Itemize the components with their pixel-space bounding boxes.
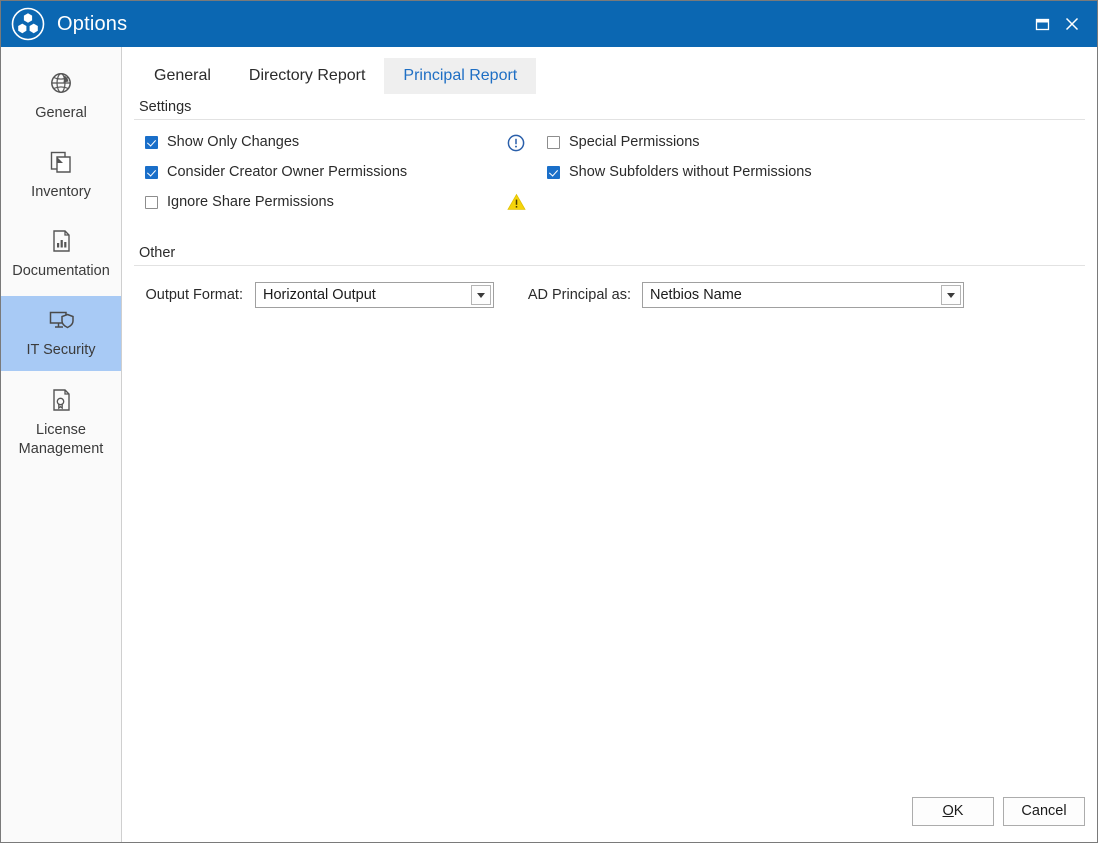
checkbox-label: Ignore Share Permissions [167,193,334,210]
warning-triangle-icon [485,193,547,211]
monitor-shield-icon [46,305,76,335]
restore-window-icon[interactable] [1027,1,1057,47]
sidebar-item-inventory[interactable]: Inventory [1,138,121,212]
ok-button[interactable]: OK [912,796,994,826]
dialog-footer: OK Cancel [122,780,1097,842]
output-format-dropdown[interactable]: Horizontal Output [255,282,494,309]
info-circle-icon [485,134,547,152]
other-group: Other Output Format: Horizontal Output A… [134,245,1085,309]
checkbox-label: Consider Creator Owner Permissions [167,164,408,180]
checkbox-show-subfolders-without-permissions[interactable]: Show Subfolders without Permissions [547,164,1085,181]
sidebar-item-label: Inventory [31,184,91,201]
content-area: General Directory Report Principal Repor… [122,47,1097,842]
window-controls [1027,1,1097,47]
settings-group-header: Settings [139,99,192,115]
output-format-label: Output Format: [145,287,243,304]
tab-bar: General Directory Report Principal Repor… [122,47,1097,99]
ad-principal-value: Netbios Name [650,287,742,304]
checkbox-ignore-share-permissions[interactable]: Ignore Share Permissions [145,194,485,211]
chevron-down-icon[interactable] [471,285,491,306]
settings-group-body: Show Only Changes Special Permissions Co… [134,120,1085,211]
tab-principal-report[interactable]: Principal Report [384,58,537,95]
dialog-body: General Inventory Documentation IT Secur… [1,47,1097,842]
chart-document-icon [46,226,76,256]
checkbox-box [547,136,560,150]
certificate-document-icon [46,385,76,415]
chevron-down-icon[interactable] [941,285,961,306]
sidebar-item-it-security[interactable]: IT Security [1,296,121,371]
ad-principal-label: AD Principal as: [527,287,631,304]
checkbox-show-only-changes[interactable]: Show Only Changes [145,134,485,151]
window-title: Options [57,13,128,35]
checkbox-consider-creator-owner-permissions[interactable]: Consider Creator Owner Permissions [145,164,485,181]
tab-directory-report[interactable]: Directory Report [230,58,384,94]
sidebar-item-label: Documentation [12,263,110,280]
sidebar-item-license-management[interactable]: License Management [1,376,121,469]
three-hexagon-logo-icon [10,6,46,42]
ok-rest-char: K [953,803,964,819]
other-group-body: Output Format: Horizontal Output AD Prin… [134,266,1085,309]
sidebar-item-label: License Management [18,421,104,457]
checkbox-box [547,166,560,180]
other-fields-row: Output Format: Horizontal Output AD Prin… [134,278,1085,309]
checkbox-label: Show Subfolders without Permissions [569,164,812,180]
title-bar: Options [1,1,1097,47]
checkbox-box [145,166,158,180]
checkbox-label: Show Only Changes [167,134,300,151]
sidebar-item-general[interactable]: General [1,59,121,133]
settings-checkbox-grid: Show Only Changes Special Permissions Co… [134,134,1085,211]
globe-icon [46,68,76,98]
close-window-icon[interactable] [1057,1,1087,47]
ad-principal-dropdown[interactable]: Netbios Name [642,282,964,309]
checkbox-label: Special Permissions [569,134,700,151]
sidebar-item-label: IT Security [26,342,96,359]
ok-accel-char: O [942,803,954,819]
other-group-header: Other [139,245,176,262]
checkbox-special-permissions[interactable]: Special Permissions [547,134,1085,151]
checkbox-box [145,195,158,209]
cancel-button[interactable]: Cancel [1003,796,1085,826]
options-dialog-window: Options General Inventory Documentation … [0,0,1098,843]
documents-stack-icon [46,147,76,177]
tab-general[interactable]: General [135,58,230,94]
settings-group: Settings Show Only Changes Special Permi… [134,99,1085,211]
sidebar-navigation: General Inventory Documentation IT Secur… [1,47,122,842]
output-format-value: Horizontal Output [263,287,376,304]
sidebar-item-label: General [35,105,87,121]
sidebar-item-documentation[interactable]: Documentation [1,217,121,291]
checkbox-box [145,136,158,150]
settings-pane: Settings Show Only Changes Special Permi… [122,99,1097,780]
